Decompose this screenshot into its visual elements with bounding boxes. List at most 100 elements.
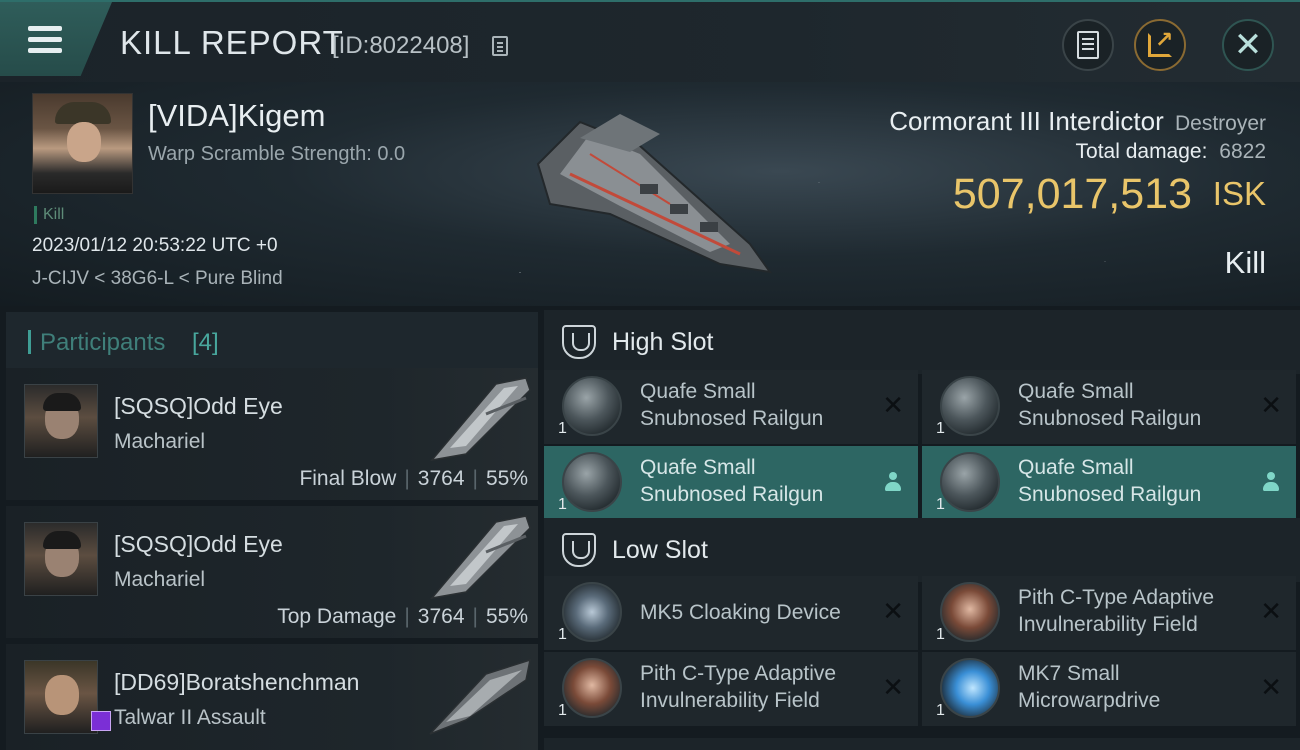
destroyed-icon: ✕ <box>882 672 904 702</box>
total-damage-value: 6822 <box>1219 140 1266 163</box>
module-item[interactable]: 1 Pith C-Type Adaptive Invulnerability Fi… <box>922 576 1296 650</box>
participants-panel: Participants [4] [SQSQ]Odd Eye Machariel… <box>0 306 540 750</box>
destroyed-icon: ✕ <box>1260 596 1282 626</box>
low-slot-header: Low Slot <box>544 518 1300 582</box>
destroyed-icon: ✕ <box>882 596 904 626</box>
fitting-document-button[interactable] <box>1062 19 1114 71</box>
module-name: Pith C-Type Adaptive Invulnerability Fiel… <box>640 662 837 712</box>
module-quantity: 1 <box>558 626 567 643</box>
fittings-panel: High Slot 1 Quafe Small Snubnosed Railgun… <box>540 306 1300 750</box>
participant-ship: Talwar II Assault <box>114 706 266 729</box>
module-name: Quafe Small Snubnosed Railgun <box>1018 456 1202 506</box>
low-slot-title: Low Slot <box>612 536 708 564</box>
microwarpdrive-icon <box>940 658 1000 718</box>
railgun-icon <box>562 376 622 436</box>
participant-role: Top Damage <box>277 605 397 628</box>
share-button[interactable] <box>1134 19 1186 71</box>
participant-role: Final Blow <box>299 467 397 490</box>
isk-value: 507,017,513 <box>952 170 1192 218</box>
high-slot-icon <box>562 325 596 359</box>
kill-timestamp: 2023/01/12 20:53:22 UTC +0 <box>32 235 278 256</box>
participant-badge-icon <box>91 711 111 731</box>
module-item[interactable]: 1 Quafe Small Snubnosed Railgun <box>922 446 1296 520</box>
module-quantity: 1 <box>936 702 945 719</box>
participants-count: [4] <box>192 329 219 356</box>
victim-ship-class: Destroyer <box>1174 112 1266 135</box>
module-name: Quafe Small Snubnosed Railgun <box>640 380 824 430</box>
railgun-icon <box>940 376 1000 436</box>
low-slot-icon <box>562 533 596 567</box>
victim-name[interactable]: [VIDA]Kigem <box>148 98 325 134</box>
invulnerability-field-icon <box>562 658 622 718</box>
invulnerability-field-icon <box>940 582 1000 642</box>
module-item[interactable]: 1 MK5 Cloaking Device ✕ <box>544 576 918 650</box>
module-quantity: 1 <box>936 420 945 437</box>
victim-ship-image[interactable] <box>520 94 780 284</box>
participant-damage: 3764 <box>417 467 465 490</box>
participant-avatar[interactable] <box>24 522 98 596</box>
close-icon: ✕ <box>1233 26 1263 64</box>
participant-avatar[interactable] <box>24 384 98 458</box>
next-slot-header <box>544 738 1300 750</box>
destroyed-icon: ✕ <box>882 390 904 420</box>
victim-banner: [VIDA]Kigem Warp Scramble Strength: 0.0 … <box>0 82 1300 306</box>
destroyed-icon: ✕ <box>1260 390 1282 420</box>
kill-tag: Kill <box>34 206 64 224</box>
participant-damage-percent: 55% <box>485 605 528 628</box>
isk-unit: ISK <box>1212 175 1266 212</box>
module-item[interactable]: 1 Pith C-Type Adaptive Invulnerability Fi… <box>544 652 918 726</box>
top-bar: KILL REPORT [ID:8022408] ✕ <box>0 0 1300 82</box>
participants-header[interactable]: Participants [4] <box>6 312 538 372</box>
share-icon <box>1148 27 1173 57</box>
participant-row[interactable]: [DD69]Boratshenchman Talwar II Assault <box>6 644 538 750</box>
victim-ship-name[interactable]: Cormorant III Interdictor <box>889 106 1164 136</box>
participant-name: [DD69]Boratshenchman <box>114 669 360 695</box>
participant-ship-image <box>430 377 531 462</box>
participant-name: [SQSQ]Odd Eye <box>114 393 283 419</box>
dropped-person-icon <box>884 472 902 492</box>
module-quantity: 1 <box>558 420 567 437</box>
participant-damage: 3764 <box>417 605 465 628</box>
module-item[interactable]: 1 Quafe Small Snubnosed Railgun <box>544 446 918 520</box>
participant-row[interactable]: [SQSQ]Odd Eye Machariel Top Damage | 3764 |… <box>6 506 538 638</box>
total-damage: Total damage: 6822 <box>1076 140 1266 164</box>
module-name: Quafe Small Snubnosed Railgun <box>1018 380 1202 430</box>
victim-avatar[interactable] <box>32 93 133 194</box>
cloaking-device-icon <box>562 582 622 642</box>
document-icon <box>1077 31 1099 59</box>
kill-location[interactable]: J-CIJV < 38G6-L < Pure Blind <box>32 268 283 290</box>
module-item[interactable]: 1 Quafe Small Snubnosed Railgun ✕ <box>922 370 1296 444</box>
module-name: MK5 Cloaking Device <box>640 601 841 624</box>
high-slot-header: High Slot <box>544 310 1300 374</box>
warp-scramble-strength: Warp Scramble Strength: 0.0 <box>148 143 406 165</box>
participant-stats: Top Damage | 3764 | 55% <box>277 605 528 628</box>
participant-ship-image <box>430 515 531 600</box>
participant-damage-percent: 55% <box>485 467 528 490</box>
copy-id-icon[interactable] <box>492 36 508 56</box>
participant-ship: Machariel <box>114 430 206 453</box>
participant-stats: Final Blow | 3764 | 55% <box>299 467 528 490</box>
victim-ship: Cormorant III Interdictor Destroyer <box>889 106 1266 137</box>
module-item[interactable]: 1 Quafe Small Snubnosed Railgun ✕ <box>544 370 918 444</box>
participant-ship-image <box>429 658 531 735</box>
module-name: Pith C-Type Adaptive Invulnerability Fiel… <box>1018 586 1215 636</box>
participant-row[interactable]: [SQSQ]Odd Eye Machariel Final Blow | 3764 |… <box>6 368 538 500</box>
high-slot-title: High Slot <box>612 328 714 356</box>
railgun-icon <box>940 452 1000 512</box>
participant-avatar[interactable] <box>24 660 111 734</box>
report-id: [ID:8022408] <box>332 32 470 59</box>
module-quantity: 1 <box>558 702 567 719</box>
menu-button[interactable] <box>0 2 112 76</box>
module-quantity: 1 <box>936 626 945 643</box>
module-item[interactable]: 1 MK7 Small Microwarpdrive ✕ <box>922 652 1296 726</box>
destroyed-icon: ✕ <box>1260 672 1282 702</box>
participant-name: [SQSQ]Odd Eye <box>114 531 283 557</box>
participant-ship: Machariel <box>114 568 206 591</box>
module-name: Quafe Small Snubnosed Railgun <box>640 456 824 506</box>
page-title: KILL REPORT <box>120 24 344 61</box>
dropped-person-icon <box>1262 472 1280 492</box>
railgun-icon <box>562 452 622 512</box>
module-quantity: 1 <box>558 496 567 513</box>
total-damage-label: Total damage: <box>1075 140 1208 163</box>
close-button[interactable]: ✕ <box>1222 19 1274 71</box>
